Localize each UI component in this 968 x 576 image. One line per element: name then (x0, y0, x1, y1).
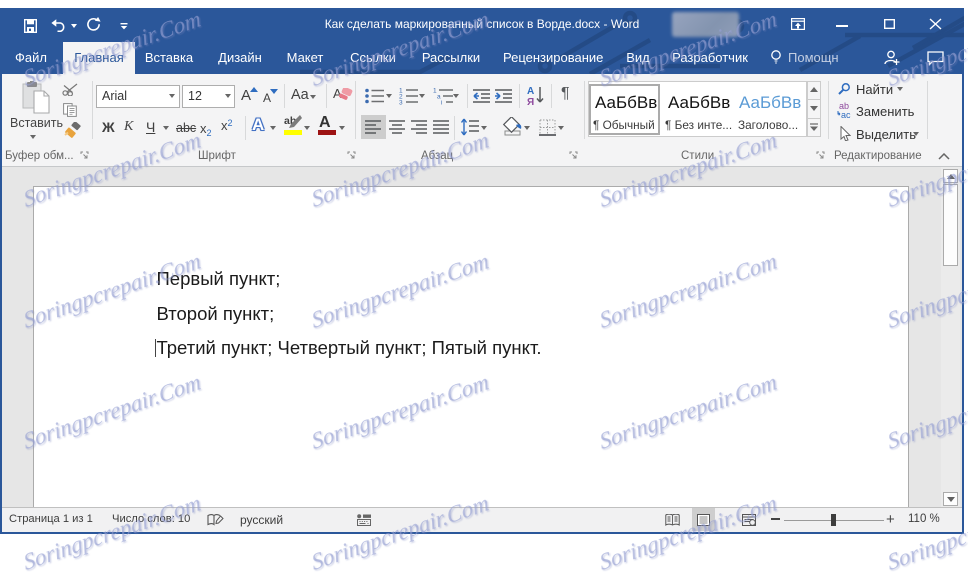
svg-text:i: i (441, 100, 442, 106)
svg-text:3: 3 (399, 100, 403, 106)
svg-text:ac: ac (841, 110, 851, 119)
svg-text:А: А (527, 86, 534, 97)
svg-text:Я: Я (527, 97, 534, 106)
